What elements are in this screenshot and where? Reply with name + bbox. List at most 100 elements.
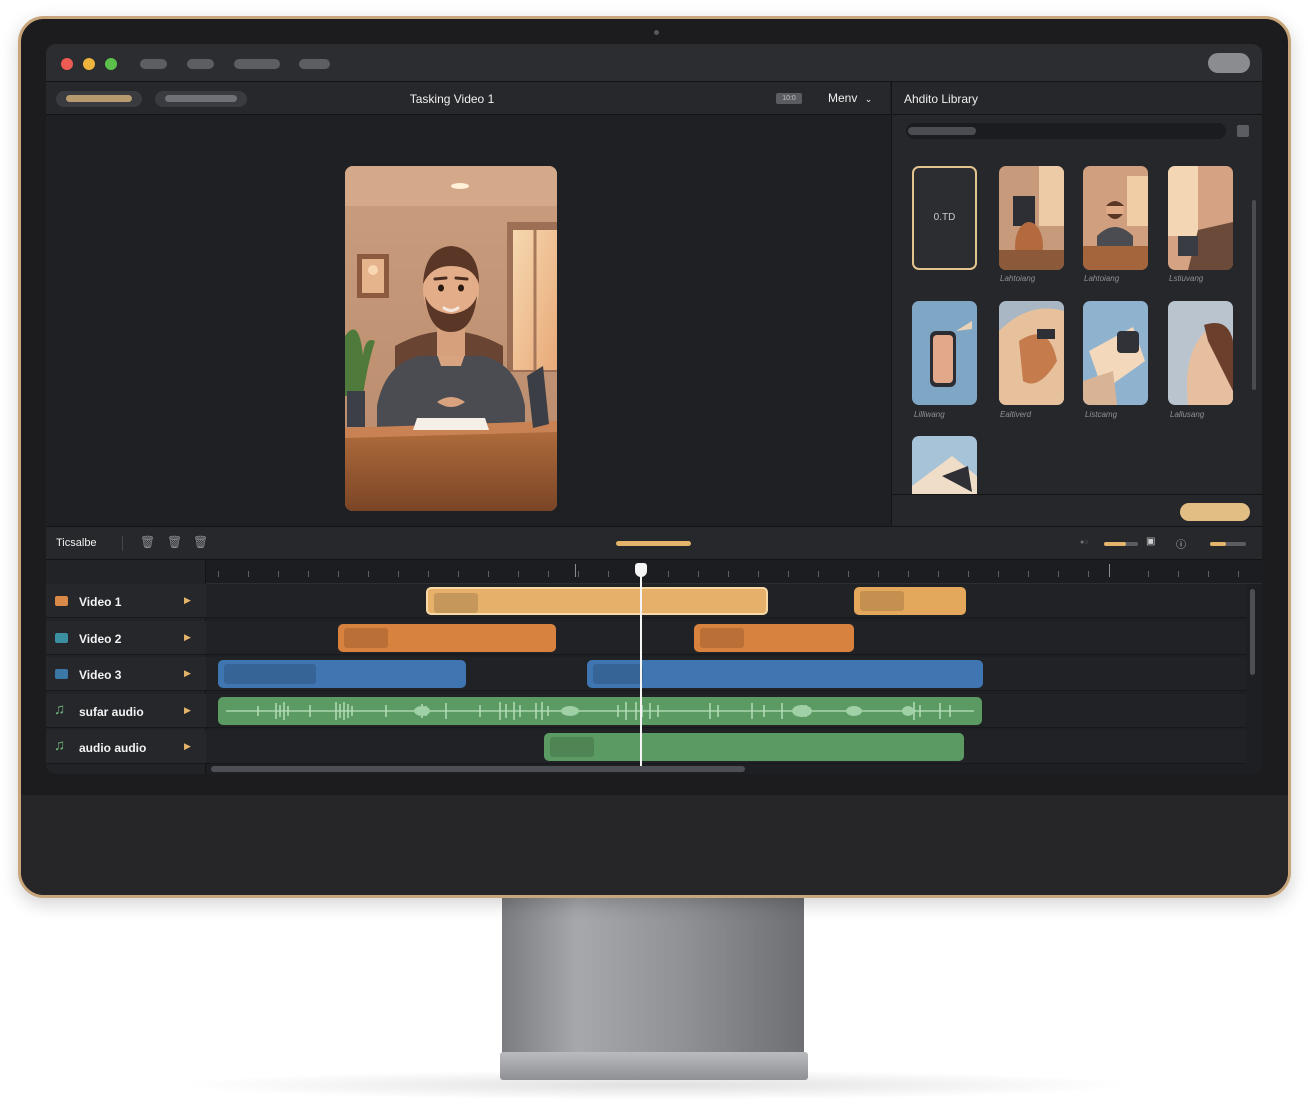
toolbar-pill-2[interactable] (187, 59, 214, 69)
video-preview-image (345, 166, 557, 511)
video-preview[interactable] (345, 166, 557, 511)
library-item-label: 0.TD (933, 212, 956, 223)
viewer-panel: Tasking Video 1 10:0 Menv ⌄ (46, 82, 890, 564)
library-caption: Lilliwang (914, 410, 945, 419)
library-thumbnail[interactable] (1083, 166, 1148, 270)
library-thumbnail[interactable] (1083, 301, 1148, 405)
expand-arrow-icon[interactable]: ▶ (184, 668, 191, 679)
thumbnail-image (1168, 166, 1233, 270)
library-header: Ahdito Library (892, 82, 1262, 115)
library-thumbnail[interactable] (1168, 301, 1233, 405)
app-window: Tasking Video 1 10:0 Menv ⌄ Ahdito Libra… (46, 44, 1262, 774)
video-clip[interactable] (587, 660, 983, 688)
video-track-icon (55, 596, 68, 606)
camera-dot (654, 30, 659, 35)
thumbnail-image (1083, 301, 1148, 405)
timeline-panel: Ticsalbe 🗑 🗑 🗑 ●○ ▣ ⓘ Video 1 ▶ Video 2 … (46, 526, 1262, 774)
timeline-vertical-scrollbar[interactable] (1250, 589, 1255, 675)
library-thumbnail[interactable] (999, 301, 1064, 405)
video-clip[interactable] (218, 660, 466, 688)
audio-waveform (226, 702, 974, 720)
timeline-toolbar: Ticsalbe 🗑 🗑 🗑 ●○ ▣ ⓘ (46, 527, 1262, 560)
trash-icon[interactable]: 🗑 (140, 535, 155, 549)
volume-slider-fill (1210, 542, 1226, 546)
close-window-button[interactable] (61, 58, 73, 70)
minimize-window-button[interactable] (83, 58, 95, 70)
library-title: Ahdito Library (904, 92, 979, 106)
video-track-icon (55, 633, 68, 643)
toolbar-pill-1[interactable] (140, 59, 167, 69)
library-caption: Lahtoiang (1084, 274, 1120, 283)
track-lane (206, 730, 1246, 764)
video-clip[interactable] (338, 624, 556, 652)
timeline-ruler[interactable] (206, 560, 1262, 584)
title-bar (46, 44, 1262, 82)
music-note-icon: ♫ (54, 701, 66, 718)
timecode-badge: 10:0 (776, 93, 802, 104)
timeline-title: Ticsalbe (56, 537, 97, 549)
track-header-video-1[interactable]: Video 1 ▶ (46, 584, 206, 618)
timeline-marker[interactable] (616, 541, 691, 546)
track-name: Video 2 (79, 632, 122, 646)
monitor-stand (502, 898, 804, 1058)
expand-arrow-icon[interactable]: ▶ (184, 595, 191, 606)
track-headers: Video 1 ▶ Video 2 ▶ Video 3 ▶ ♫ sufar au… (46, 560, 206, 774)
video-clip[interactable] (426, 587, 768, 615)
library-thumbnail[interactable] (1168, 166, 1233, 270)
expand-arrow-icon[interactable]: ▶ (184, 741, 191, 752)
trash-icon[interactable]: 🗑 (193, 535, 208, 549)
track-lane (206, 621, 1246, 655)
audio-clip[interactable] (544, 733, 964, 761)
library-add-button[interactable] (1180, 503, 1250, 521)
music-note-icon: ♫ (54, 737, 66, 754)
track-name: audio audio (79, 741, 147, 755)
chevron-down-icon: ⌄ (864, 94, 873, 104)
trash-icon[interactable]: 🗑 (167, 535, 182, 549)
toolbar-pill-3[interactable] (234, 59, 280, 69)
filter-icon[interactable] (1237, 125, 1249, 137)
library-caption: Listcamg (1085, 410, 1118, 419)
video-track-icon (55, 669, 68, 679)
zoom-slider-fill (1104, 542, 1126, 546)
library-item-selected[interactable]: 0.TD (912, 166, 977, 270)
thumbnail-image (1083, 166, 1148, 270)
track-lane (206, 584, 1246, 618)
library-search-placeholder (908, 127, 976, 135)
library-thumbnail[interactable] (999, 166, 1064, 270)
track-name: sufar audio (79, 705, 144, 719)
track-header-video-2[interactable]: Video 2 ▶ (46, 621, 206, 655)
track-header-audio-1[interactable]: ♫ sufar audio ▶ (46, 694, 206, 728)
timeline-horizontal-scrollbar[interactable] (211, 766, 745, 772)
timeline-lanes (206, 584, 1246, 764)
track-header-video-3[interactable]: Video 3 ▶ (46, 657, 206, 691)
audio-clip[interactable] (218, 697, 982, 725)
video-clip[interactable] (854, 587, 966, 615)
expand-arrow-icon[interactable]: ▶ (184, 632, 191, 643)
library-caption: Lstiuvang (1169, 274, 1204, 283)
audio-library-panel: Ahdito Library 0.TD Lahtoiang Lahtoiang … (891, 82, 1262, 526)
library-scrollbar[interactable] (1252, 200, 1256, 390)
thumbnail-image (999, 166, 1064, 270)
zoom-window-button[interactable] (105, 58, 117, 70)
library-search-input[interactable] (906, 123, 1226, 139)
library-caption: Lallusang (1170, 410, 1205, 419)
library-caption: Ealtiverd (1000, 410, 1032, 419)
library-thumbnail[interactable] (912, 301, 977, 405)
library-thumbnail[interactable] (912, 436, 977, 494)
video-clip[interactable] (694, 624, 854, 652)
share-button[interactable] (1208, 53, 1250, 73)
thumbnail-image (999, 301, 1064, 405)
toolbar-pill-4[interactable] (299, 59, 330, 69)
menu-dropdown[interactable]: Menv ⌄ (828, 91, 872, 105)
expand-arrow-icon[interactable]: ▶ (184, 705, 191, 716)
library-caption: Lahtoiang (1000, 274, 1036, 283)
track-header-audio-2[interactable]: ♫ audio audio ▶ (46, 730, 206, 764)
zoom-out-icon[interactable]: ●○ (1080, 539, 1088, 546)
track-name: Video 3 (79, 668, 122, 682)
playhead[interactable] (640, 573, 642, 768)
library-grid: 0.TD Lahtoiang Lahtoiang Lstiuvang Lilli… (892, 148, 1252, 494)
help-icon[interactable]: ⓘ (1176, 536, 1186, 551)
library-footer (892, 494, 1262, 526)
track-lane (206, 694, 1246, 728)
snapshot-icon[interactable]: ▣ (1146, 536, 1155, 547)
